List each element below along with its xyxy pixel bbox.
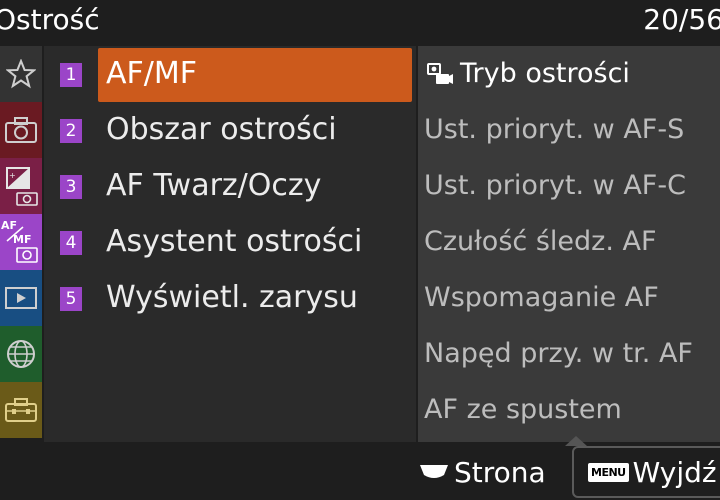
submenu-item-label: Tryb ostrości: [460, 58, 630, 89]
menu-key-icon: MENU: [588, 462, 629, 482]
sidebar-item-shooting[interactable]: [0, 102, 42, 158]
menu-item-label: Obszar ostrości: [106, 112, 337, 147]
sidebar-item-playback[interactable]: [0, 270, 42, 326]
still-movie-mode-icon: [427, 63, 453, 84]
submenu-item-label: AF ze spustem: [424, 394, 622, 425]
menu-item-face-eye-af[interactable]: 3 AF Twarz/Oczy: [44, 158, 416, 214]
menu-item-number: 5: [60, 287, 82, 311]
submenu-item-label: Ust. prioryt. w AF-C: [424, 170, 686, 201]
sidebar-item-network[interactable]: [0, 326, 42, 382]
svg-text:MF: MF: [13, 233, 31, 246]
svg-text:+: +: [9, 171, 16, 180]
scroll-pointer-icon: [565, 436, 587, 446]
menu-item-focus-area[interactable]: 2 Obszar ostrości: [44, 102, 416, 158]
menu-item-number: 2: [60, 119, 82, 143]
svg-text:AF: AF: [1, 219, 17, 232]
dial-page-icon: [420, 465, 448, 478]
exposure-camera-icon: +: [6, 167, 38, 206]
page-nav-button[interactable]: Strona: [418, 452, 546, 492]
title-bar: Ostrość 20/56: [0, 0, 720, 42]
menu-item-label: AF Twarz/Oczy: [106, 168, 322, 203]
menu-item-label: Asystent ostrości: [106, 224, 363, 259]
globe-icon: [7, 340, 35, 368]
category-sidebar: + AF MF: [0, 46, 42, 442]
playback-icon: [5, 287, 37, 309]
menu-item-label: Wyświetl. zarysu: [106, 280, 358, 315]
menu-item-number: 4: [60, 231, 82, 255]
exit-button[interactable]: MENU Wyjdź: [572, 446, 720, 498]
sidebar-item-focus[interactable]: AF MF: [0, 214, 42, 270]
submenu-item-tracking-sensitivity[interactable]: Czułość śledz. AF: [418, 214, 720, 270]
submenu-item-label: Czułość śledz. AF: [424, 226, 657, 257]
menu-item-focus-assist[interactable]: 4 Asystent ostrości: [44, 214, 416, 270]
submenu-item-afs-priority[interactable]: Ust. prioryt. w AF-S: [418, 102, 720, 158]
menu-item-label: AF/MF: [106, 56, 198, 91]
page-title: Ostrość: [0, 3, 100, 36]
submenu-item-afc-priority[interactable]: Ust. prioryt. w AF-C: [418, 158, 720, 214]
af-mf-camera-icon: AF MF: [1, 219, 38, 263]
submenu-list: Tryb ostrości Ust. prioryt. w AF-S Ust. …: [418, 46, 720, 442]
camera-icon: [5, 117, 37, 143]
submenu-item-af-illuminator[interactable]: Wspomaganie AF: [418, 270, 720, 326]
sidebar-item-setup[interactable]: [0, 382, 42, 438]
exit-label: Wyjdź: [632, 455, 717, 489]
star-icon: [6, 59, 36, 89]
submenu-item-label: Ust. prioryt. w AF-S: [424, 114, 685, 145]
page-counter: 20/56: [643, 3, 720, 36]
menu-item-peaking-display[interactable]: 5 Wyświetl. zarysu: [44, 270, 416, 326]
toolbox-icon: [5, 398, 37, 422]
menu-item-number: 3: [60, 175, 82, 199]
sidebar-item-exposure[interactable]: +: [0, 158, 42, 214]
submenu-item-focus-mode[interactable]: Tryb ostrości: [418, 46, 720, 102]
menu-item-af-mf[interactable]: 1 AF/MF: [44, 46, 416, 102]
submenu-item-aperture-drive-af[interactable]: Napęd przy. w tr. AF: [418, 326, 720, 382]
page-nav-label: Strona: [454, 455, 546, 489]
menu-list: 1 AF/MF 2 Obszar ostrości 3 AF Twarz/Ocz…: [44, 46, 416, 442]
submenu-item-label: Napęd przy. w tr. AF: [424, 338, 693, 369]
submenu-item-af-with-shutter[interactable]: AF ze spustem: [418, 382, 720, 438]
menu-item-number: 1: [60, 63, 82, 87]
sidebar-item-favorites[interactable]: [0, 46, 42, 102]
submenu-item-label: Wspomaganie AF: [424, 282, 659, 313]
